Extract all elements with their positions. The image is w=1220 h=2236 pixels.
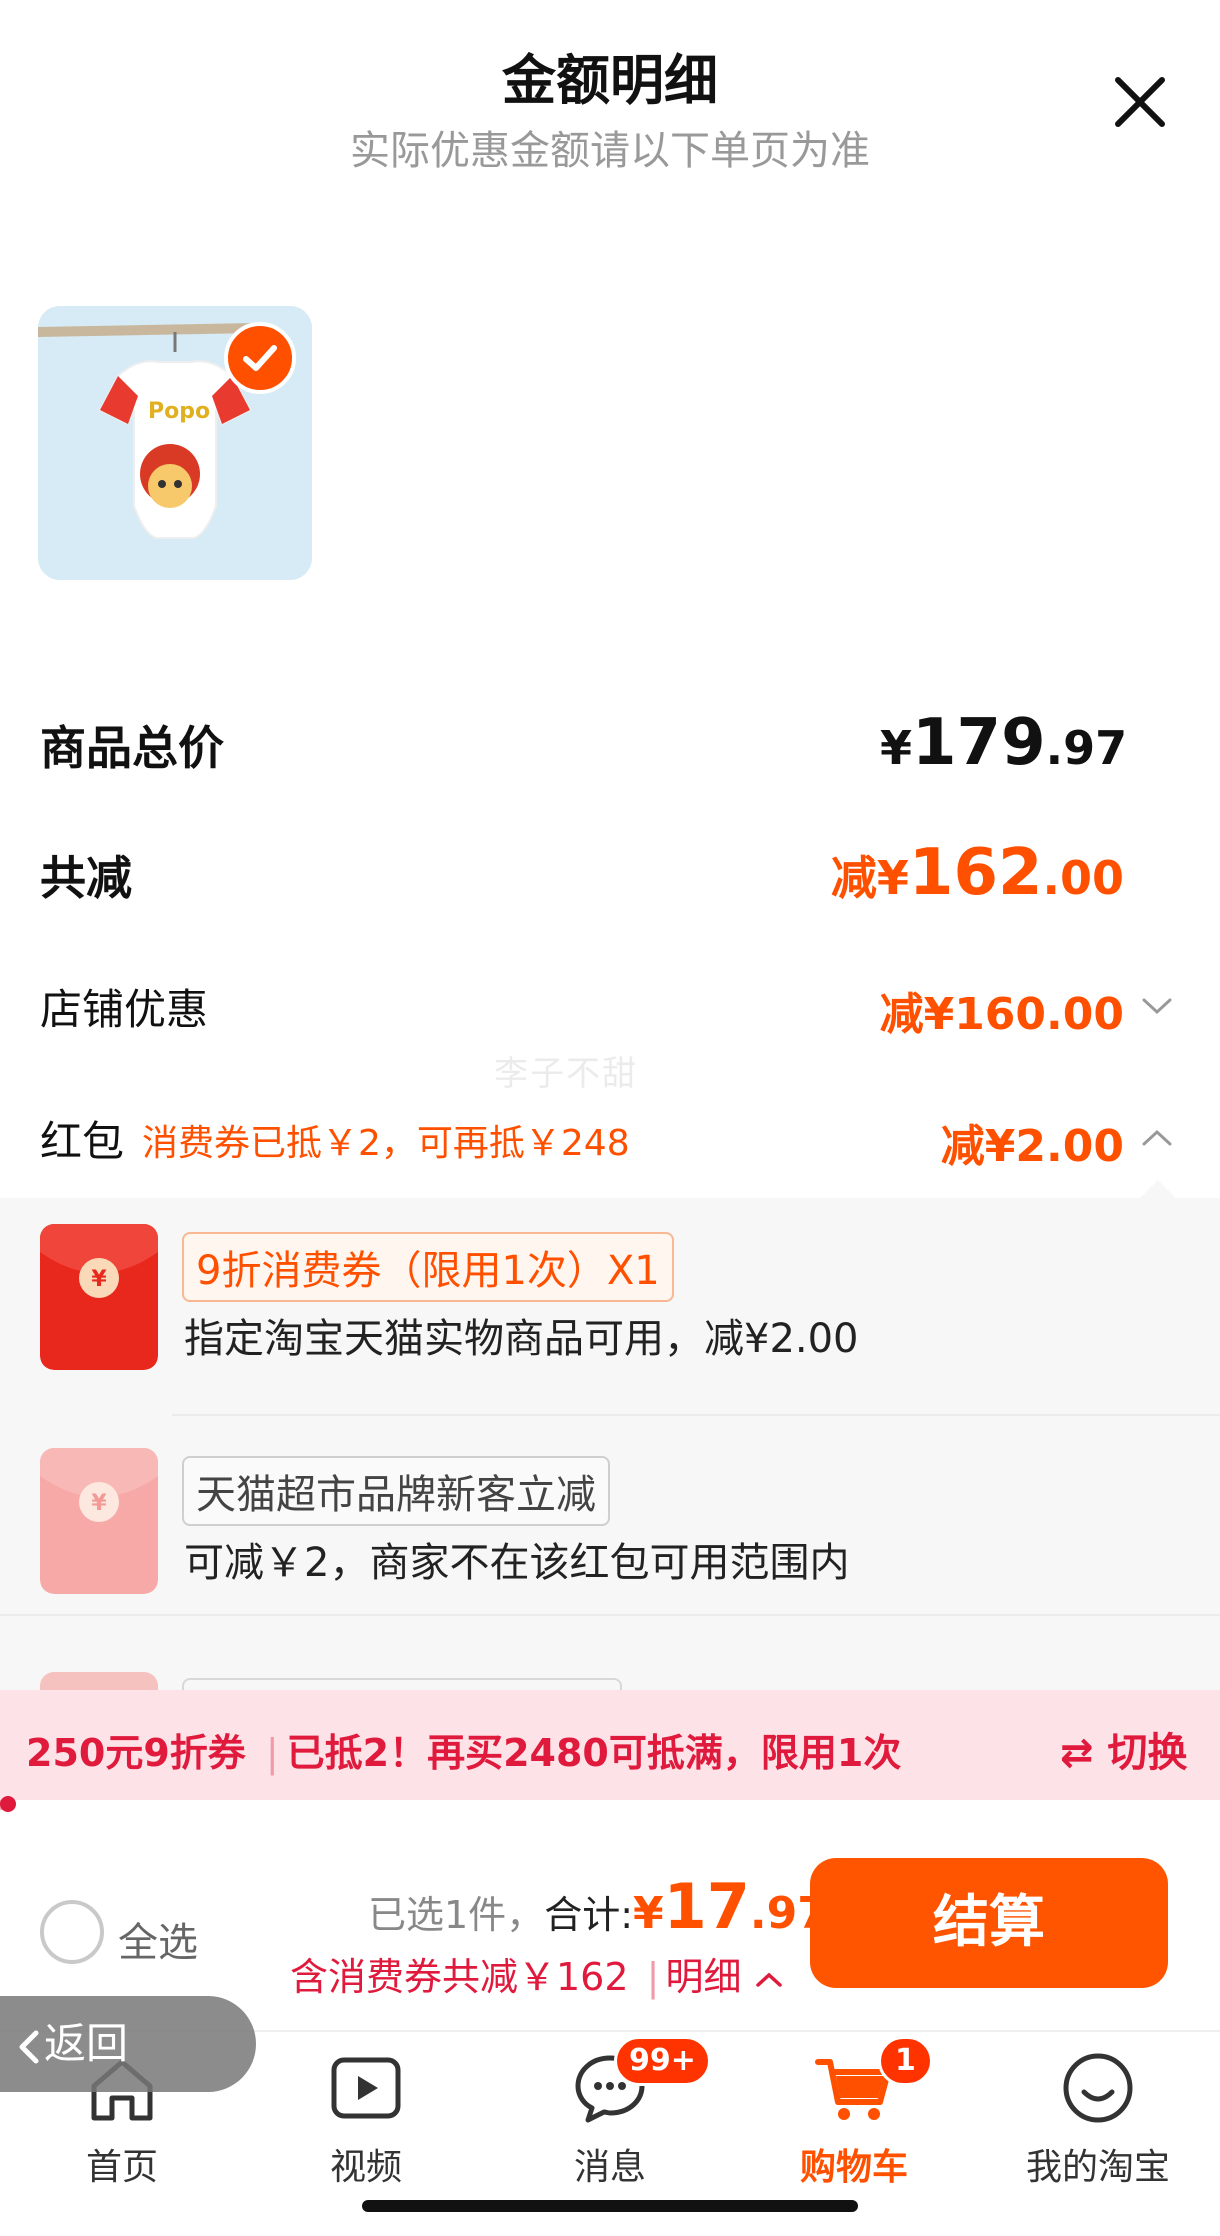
tab-label: 我的淘宝 (1025, 2147, 1170, 2188)
coupon-divider (172, 1414, 1220, 1416)
coupon-divider (0, 1614, 1220, 1616)
chevron-left-icon (19, 2030, 39, 2063)
svg-text:¥: ¥ (91, 1491, 107, 1516)
total-price-value: ¥179.97 (880, 706, 1128, 780)
shop-discount-label: 店铺优惠 (40, 985, 209, 1034)
tab-label: 购物车 (799, 2147, 908, 2188)
coupon-title: 9折消费券（限用1次）X1 (182, 1232, 674, 1302)
shop-discount-value[interactable]: 减¥160.00 (860, 978, 1124, 1042)
coupon-title: 天猫超市品牌新客立减 (182, 1456, 610, 1526)
cart-badge: 1 (878, 2036, 933, 2086)
chevron-up-icon[interactable] (754, 1969, 784, 1991)
message-badge: 99+ (614, 2036, 711, 2086)
coupon-progress-dot (0, 1796, 16, 1812)
total-amount: ¥17.97 (633, 1870, 828, 1943)
back-button[interactable]: 返回 (0, 1996, 256, 2092)
discount-text: 含消费券共减￥162 (290, 1955, 629, 1999)
svg-text:Popo: Popo (148, 399, 210, 424)
coupon-desc: 可减￥2，商家不在该红包可用范围内 (184, 1540, 850, 1586)
hongbao-label: 红包 (40, 1117, 125, 1166)
dropdown-pointer (1140, 1180, 1176, 1198)
product-check-icon[interactable] (224, 322, 296, 394)
banner-message: 已抵2！再买2480可抵满，限用1次 (286, 1731, 902, 1775)
tab-label: 视频 (329, 2147, 402, 2188)
tab-cart[interactable]: 购物车 1 (732, 2036, 976, 2200)
tab-my-taobao[interactable]: 我的淘宝 (976, 2040, 1220, 2200)
banner-coupon-name: 250元9折券 (26, 1731, 246, 1775)
coupon-desc: 指定淘宝天猫实物商品可用，减¥2.00 (184, 1316, 859, 1362)
hongbao-note: 消费券已抵￥2，可再抵￥248 (142, 1123, 630, 1164)
red-envelope-icon: ¥ (40, 1224, 158, 1370)
page-subtitle: 实际优惠金额请以下单页为准 (350, 128, 870, 174)
home-indicator (362, 2200, 858, 2212)
checkout-button[interactable]: 结算 (810, 1858, 1168, 1988)
close-button[interactable] (1108, 70, 1172, 134)
tab-label: 首页 (85, 2147, 158, 2188)
select-all-label: 全选 (118, 1920, 198, 1966)
banner-separator: | (265, 1731, 279, 1775)
discount-line: 含消费券共减￥162 | 明细 (290, 1946, 784, 2001)
switch-label: 切换 (1107, 1730, 1188, 1776)
profile-icon (1063, 2053, 1133, 2123)
svg-text:¥: ¥ (91, 1267, 107, 1292)
banner-text: 250元9折券 | 已抵2！再买2480可抵满，限用1次 (26, 1722, 901, 1777)
page-title: 金额明细 (502, 49, 718, 112)
discount-separator: | (646, 1955, 660, 1999)
watermark: 李子不甜 (494, 1054, 638, 1094)
red-envelope-icon: ¥ (40, 1448, 158, 1594)
reduce-total-value: 减¥162.00 (830, 836, 1124, 910)
selected-count: 已选1件， (368, 1893, 545, 1937)
red-envelope-icon (40, 1672, 158, 1692)
video-icon (331, 2057, 401, 2119)
tab-label: 消息 (573, 2147, 646, 2188)
switch-button[interactable]: ⇄ 切换 (1060, 1720, 1187, 1778)
total-label: 合计: (544, 1893, 633, 1937)
detail-link[interactable]: 明细 (665, 1955, 741, 1999)
hongbao-value[interactable]: 减¥2.00 (900, 1110, 1124, 1174)
total-price-label: 商品总价 (40, 721, 224, 775)
select-all-checkbox[interactable] (40, 1900, 104, 1964)
reduce-total-label: 共减 (40, 851, 132, 905)
tab-messages[interactable]: 消息 99+ (488, 2036, 732, 2200)
chevron-up-icon[interactable] (1140, 1126, 1174, 1150)
tab-video[interactable]: 视频 (244, 2040, 488, 2200)
total-line: 已选1件，合计:¥17.97 (368, 1870, 828, 1943)
close-icon (1115, 77, 1165, 127)
back-label: 返回 (44, 2019, 129, 2068)
coupon-progress-track (0, 1800, 1220, 1810)
chevron-down-icon[interactable] (1140, 994, 1174, 1018)
swap-icon: ⇄ (1060, 1730, 1094, 1776)
